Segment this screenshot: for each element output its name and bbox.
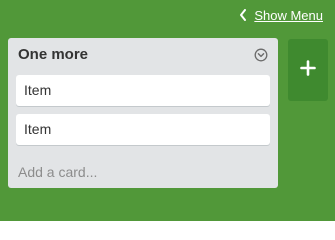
add-list-button[interactable] <box>288 39 328 101</box>
card[interactable]: Item <box>16 114 270 145</box>
show-menu-label: Show Menu <box>254 7 323 23</box>
list-header: One more <box>18 46 270 66</box>
show-menu-button[interactable]: Show Menu <box>234 7 323 23</box>
chevron-left-icon <box>234 7 252 23</box>
add-card-link[interactable]: Add a card... <box>18 163 97 181</box>
card[interactable]: Item <box>16 75 270 106</box>
chevron-down-circle-icon[interactable] <box>254 48 268 62</box>
board-canvas: Show Menu One more Item Item Add a card.… <box>0 0 335 221</box>
plus-icon <box>300 59 316 81</box>
list-column: One more Item Item Add a card... <box>8 38 278 188</box>
list-title[interactable]: One more <box>18 46 88 64</box>
